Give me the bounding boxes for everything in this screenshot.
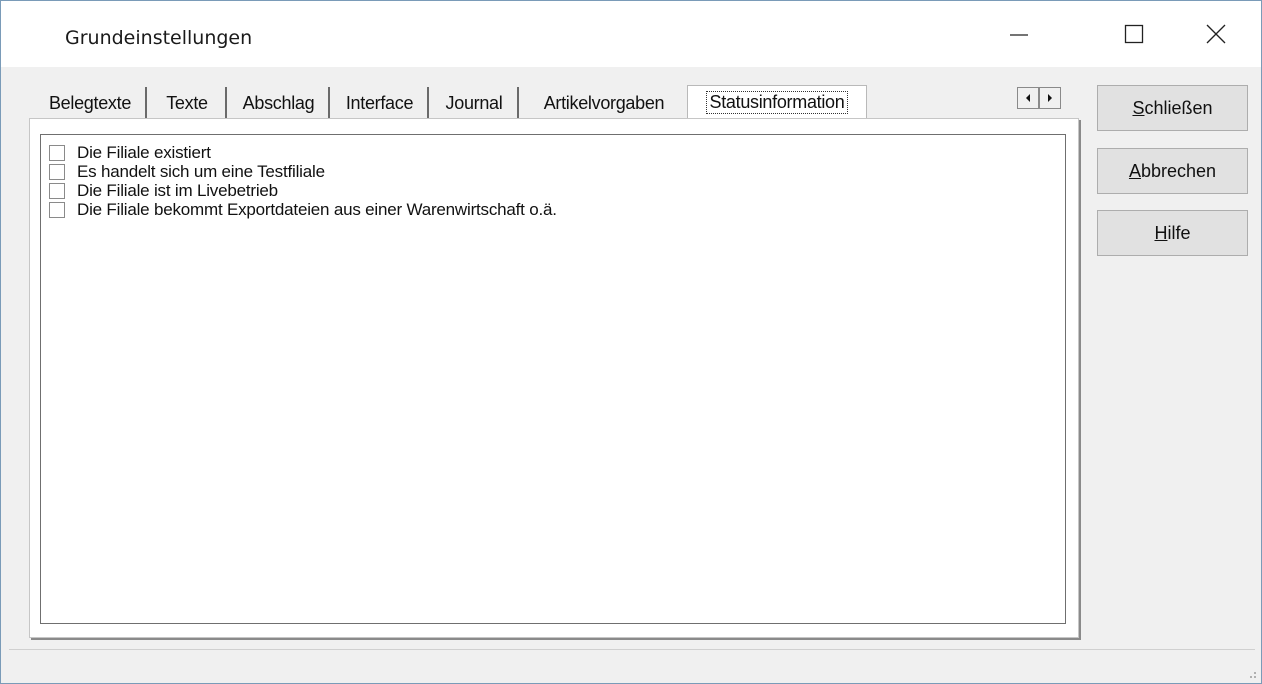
button-label: chließen: [1144, 97, 1213, 118]
tab-page-statusinformation: Die Filiale existiert Es handelt sich um…: [29, 118, 1079, 638]
maximize-button[interactable]: [1101, 9, 1167, 59]
tab-scroll-left-button[interactable]: [1017, 87, 1039, 109]
abbrechen-button[interactable]: Abbrechen: [1097, 148, 1248, 194]
window-title: Grundeinstellungen: [65, 27, 253, 49]
minimize-icon: [1010, 34, 1028, 36]
maximize-icon: [1124, 24, 1144, 44]
button-label: ilfe: [1167, 222, 1191, 243]
button-accelerator: S: [1132, 97, 1145, 118]
tab-abschlag[interactable]: Abschlag: [229, 87, 330, 119]
button-accelerator: A: [1128, 160, 1141, 181]
status-bar-divider: [9, 649, 1255, 650]
checkbox[interactable]: [49, 164, 65, 180]
minimize-button[interactable]: [986, 9, 1052, 59]
tab-statusinformation[interactable]: Statusinformation: [687, 85, 867, 119]
checkbox[interactable]: [49, 145, 65, 161]
resize-grip-icon[interactable]: [1245, 667, 1257, 679]
close-window-button[interactable]: [1183, 9, 1249, 59]
tab-label: Interface: [345, 92, 414, 113]
tab-artikelvorgaben[interactable]: Artikelvorgaben: [521, 87, 687, 119]
arrow-left-icon: [1026, 94, 1030, 102]
button-label: bbrechen: [1140, 160, 1217, 181]
option-exportdateien[interactable]: Die Filiale bekommt Exportdateien aus ei…: [49, 200, 557, 219]
close-icon: [1206, 24, 1226, 44]
title-bar: Grundeinstellungen: [1, 1, 1261, 67]
checkbox[interactable]: [49, 183, 65, 199]
option-filiale-existiert[interactable]: Die Filiale existiert: [49, 143, 211, 162]
schliessen-button[interactable]: Schließen: [1097, 85, 1248, 131]
tab-label: Statusinformation: [705, 91, 849, 114]
status-checklist: Die Filiale existiert Es handelt sich um…: [40, 134, 1066, 624]
option-livebetrieb[interactable]: Die Filiale ist im Livebetrieb: [49, 181, 278, 200]
tab-label: Abschlag: [242, 92, 315, 113]
tab-interface[interactable]: Interface: [332, 87, 429, 119]
tab-label: Texte: [166, 92, 208, 113]
option-label: Es handelt sich um eine Testfiliale: [77, 162, 325, 181]
option-label: Die Filiale existiert: [77, 143, 211, 162]
tab-journal[interactable]: Journal: [431, 87, 519, 119]
button-accelerator: H: [1154, 222, 1168, 243]
hilfe-button[interactable]: Hilfe: [1097, 210, 1248, 256]
tab-belegtexte[interactable]: Belegtexte: [35, 87, 147, 119]
tab-label: Journal: [445, 92, 503, 113]
option-label: Die Filiale ist im Livebetrieb: [77, 181, 278, 200]
tab-texte[interactable]: Texte: [149, 87, 227, 119]
option-label: Die Filiale bekommt Exportdateien aus ei…: [77, 200, 557, 219]
dialog-window: Grundeinstellungen Belegtexte Texte Absc…: [0, 0, 1262, 684]
checkbox[interactable]: [49, 202, 65, 218]
tab-scroll-right-button[interactable]: [1039, 87, 1061, 109]
arrow-right-icon: [1048, 94, 1052, 102]
tab-label: Belegtexte: [48, 92, 132, 113]
tab-label: Artikelvorgaben: [543, 92, 665, 113]
option-testfiliale[interactable]: Es handelt sich um eine Testfiliale: [49, 162, 325, 181]
